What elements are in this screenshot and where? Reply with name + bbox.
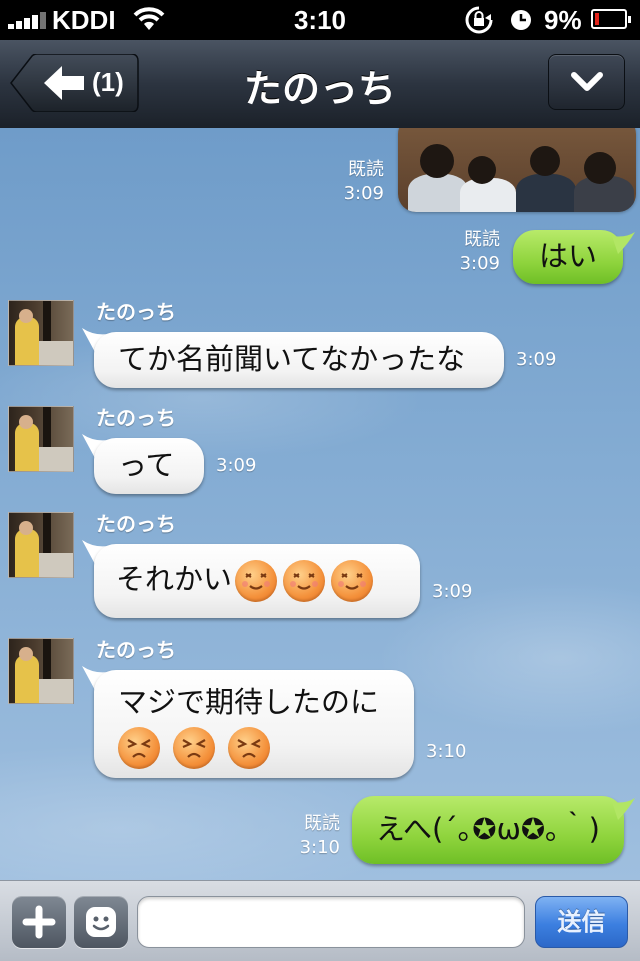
avatar[interactable] [8,638,74,704]
chat-title: たのっち [243,67,396,111]
smiling-face-icon [235,560,278,602]
message-bubble-outgoing[interactable]: えへ(´｡✪ω✪｡｀) [352,796,624,864]
message-time: 3:09 [516,349,557,370]
message-time: 3:09 [216,455,257,476]
attach-button[interactable] [12,896,66,948]
message-meta: 既読 3:10 [284,812,340,860]
message-time: 3:09 [459,253,500,274]
input-bar: 送信 [0,880,640,961]
plus-icon [22,905,56,939]
message-time: 3:10 [299,837,340,858]
bubble-tail [612,798,635,820]
nav-bar: (1) たのっち [0,40,640,129]
rotation-lock-icon [464,5,494,42]
read-receipt: 既読 [464,229,500,250]
sender-name: たのっち [96,406,176,430]
message-text: マジで期待したのに [118,685,380,719]
sticker-button[interactable] [74,896,128,948]
clock-icon [508,5,534,42]
battery-icon [591,9,631,29]
frustrated-face-icon [118,727,160,769]
send-button[interactable]: 送信 [535,896,628,948]
message-time: 3:09 [432,581,473,602]
frustrated-face-icon [173,727,215,769]
message-text: それかい [116,562,233,596]
message-bubble-incoming[interactable]: それかい [94,544,420,618]
smiling-face-icon [331,560,374,602]
bubble-tail [612,232,635,254]
sender-name: たのっち [96,638,176,662]
message-time: 3:10 [426,741,467,762]
read-receipt: 既読 [348,159,384,180]
sender-name: たのっち [96,300,176,324]
menu-button[interactable] [548,54,625,110]
battery-percent: 9% [544,5,582,35]
sticker-face-icon [86,907,116,937]
chevron-down-icon [571,72,603,91]
message-time: 3:09 [343,183,384,204]
photo-message[interactable] [398,128,636,212]
message-bubble-incoming[interactable]: マジで期待したのに [94,670,414,778]
status-bar: KDDI 3:10 9% [0,0,640,40]
chat-area[interactable]: 既読 3:09 既読 3:09 はい たのっち てか名前聞いてなかったな 3:0… [0,128,640,880]
message-bubble-incoming[interactable]: って [94,438,204,494]
message-meta: 既読 3:09 [330,158,384,206]
avatar[interactable] [8,300,74,366]
message-meta: 既読 3:09 [444,228,500,276]
message-input[interactable] [137,896,525,948]
message-bubble-incoming[interactable]: てか名前聞いてなかったな [94,332,504,388]
avatar[interactable] [8,406,74,472]
smiling-face-icon [283,560,326,602]
avatar[interactable] [8,512,74,578]
sender-name: たのっち [96,512,176,536]
frustrated-face-icon [228,727,270,769]
message-bubble-outgoing[interactable]: はい [513,230,623,284]
read-receipt: 既読 [304,813,340,834]
